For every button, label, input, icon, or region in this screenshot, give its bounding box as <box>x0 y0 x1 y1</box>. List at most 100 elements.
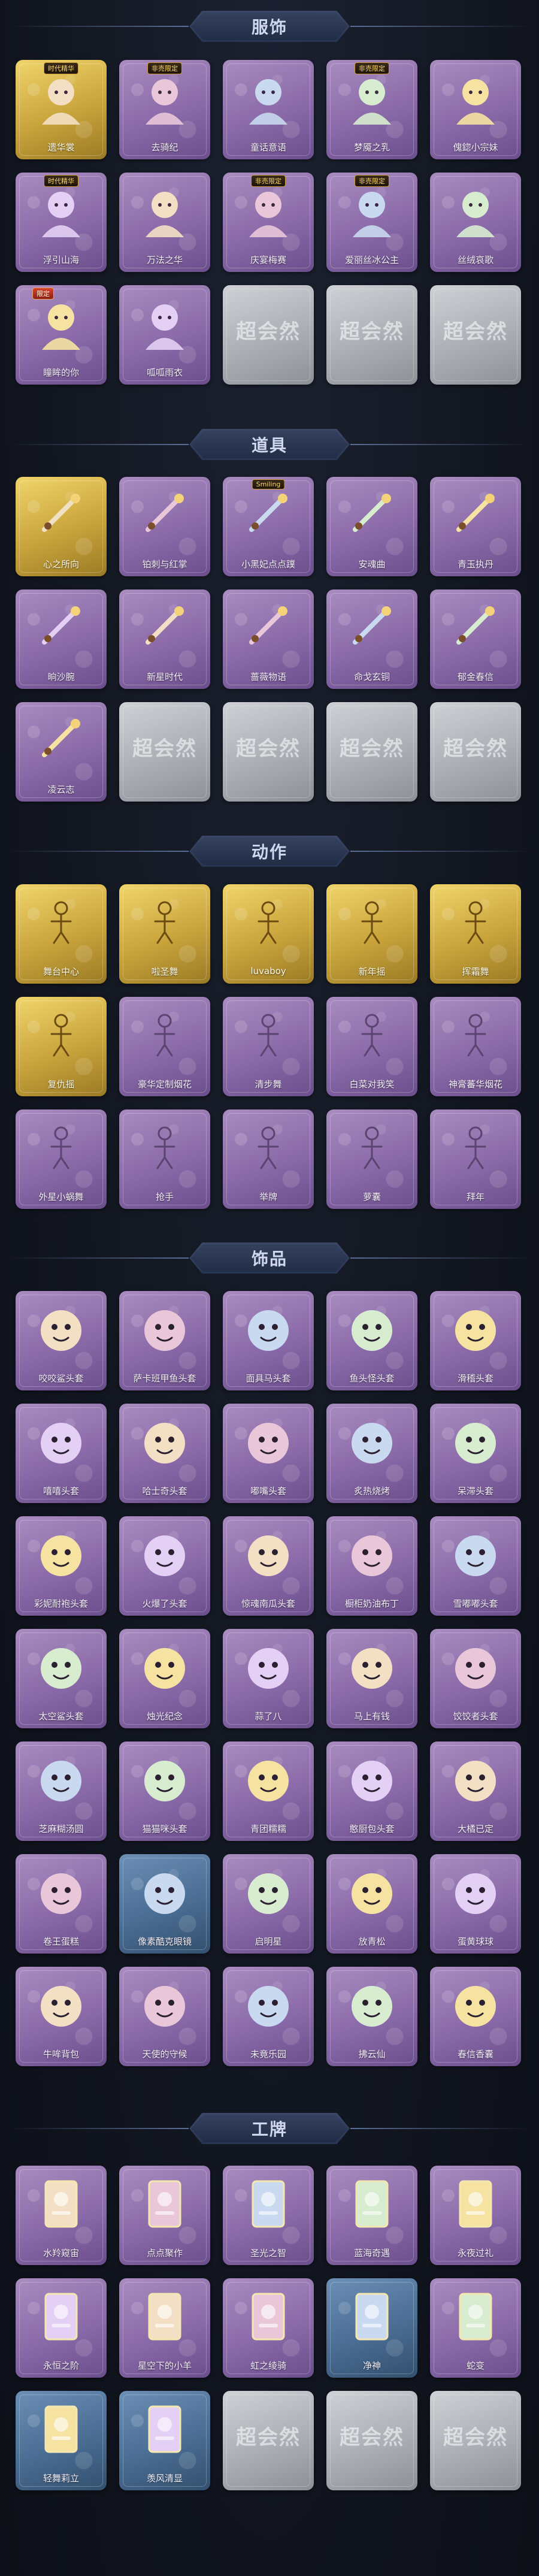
item-card[interactable]: 新年摇 <box>326 884 417 984</box>
item-card[interactable]: 天使的守候 <box>119 1967 210 2066</box>
item-card[interactable]: 铂刺与红掌 <box>119 477 210 576</box>
item-card[interactable]: 外星小蜗舞 <box>16 1109 107 1209</box>
item-card[interactable]: 非売限定 庆宴梅赛 <box>223 173 314 272</box>
head-accessory-icon <box>448 1640 503 1695</box>
item-card[interactable]: 拜年 <box>430 1109 521 1209</box>
item-name: 蓝海奇遇 <box>353 2247 390 2258</box>
item-card[interactable]: 呆滞头套 <box>430 1404 521 1503</box>
item-card[interactable]: 时代精华 遗华裳 <box>16 60 107 159</box>
item-card[interactable]: 水羚窥宙 <box>16 2166 107 2265</box>
pose-icon <box>137 1008 192 1063</box>
item-card[interactable]: 轻舞莉立 <box>16 2391 107 2490</box>
item-card[interactable]: 神膏蕃华烟花 <box>430 997 521 1096</box>
item-card[interactable]: 心之所向 <box>16 477 107 576</box>
item-card[interactable]: 傀鍃小宗妹 <box>430 60 521 159</box>
item-card[interactable]: 咬咬鲨头套 <box>16 1291 107 1390</box>
pose-icon <box>344 1008 399 1063</box>
item-card[interactable]: 非売限定 去骑纪 <box>119 60 210 159</box>
empty-slot-watermark: 超会然 <box>132 737 197 761</box>
item-card[interactable]: 蓝海奇遇 <box>326 2166 417 2265</box>
item-card[interactable]: 童话意语 <box>223 60 314 159</box>
item-card[interactable]: 舞台中心 <box>16 884 107 984</box>
item-card[interactable]: 青团糯糯 <box>223 1741 314 1841</box>
item-card[interactable]: 鱼头怪头套 <box>326 1291 417 1390</box>
item-card[interactable]: 永夜过礼 <box>430 2166 521 2265</box>
item-card[interactable]: 豪华定制烟花 <box>119 997 210 1096</box>
item-card[interactable]: Smiling 小黑妃点点蹼 <box>223 477 314 576</box>
item-card[interactable]: 蛋黄球球 <box>430 1854 521 1954</box>
item-card[interactable]: 抢手 <box>119 1109 210 1209</box>
item-card[interactable]: 憨厨包头套 <box>326 1741 417 1841</box>
item-card[interactable]: 蔷薇物语 <box>223 589 314 689</box>
item-card[interactable]: 点点聚作 <box>119 2166 210 2265</box>
item-card[interactable]: 放青松 <box>326 1854 417 1954</box>
item-card[interactable]: 马上有钱 <box>326 1629 417 1728</box>
head-accessory-icon <box>448 1865 503 1920</box>
item-card[interactable]: 橱柜奶油布丁 <box>326 1516 417 1616</box>
item-card[interactable]: 太空鲨头套 <box>16 1629 107 1728</box>
item-card[interactable]: 启明星 <box>223 1854 314 1954</box>
item-card[interactable]: 白菜对我笑 <box>326 997 417 1096</box>
item-card[interactable]: 火爆了头套 <box>119 1516 210 1616</box>
item-card[interactable]: 滑稽头套 <box>430 1291 521 1390</box>
item-card[interactable]: 郁金春信 <box>430 589 521 689</box>
badge-card-icon <box>344 2289 399 2344</box>
portrait-icon <box>137 296 192 351</box>
item-card[interactable]: 蒜了八 <box>223 1629 314 1728</box>
item-card[interactable]: 安魂曲 <box>326 477 417 576</box>
head-accessory-icon <box>448 1978 503 2033</box>
empty-slot-card: 超会然 <box>119 702 210 802</box>
item-card[interactable]: 时代精华 浮引山海 <box>16 173 107 272</box>
item-card[interactable]: 新星时代 <box>119 589 210 689</box>
item-card[interactable]: 嘻嘻头套 <box>16 1404 107 1503</box>
item-card[interactable]: 萨卡班甲鱼头套 <box>119 1291 210 1390</box>
item-name: 未竟乐园 <box>250 2048 286 2060</box>
item-card[interactable]: 惊魂南瓜头套 <box>223 1516 314 1616</box>
prop-icon <box>241 488 296 543</box>
item-card[interactable]: 万法之华 <box>119 173 210 272</box>
item-card[interactable]: 挥霜舞 <box>430 884 521 984</box>
item-card[interactable]: 非売限定 梦魇之乳 <box>326 60 417 159</box>
item-card[interactable]: 烛光纪念 <box>119 1629 210 1728</box>
item-card[interactable]: 春信香囊 <box>430 1967 521 2066</box>
head-accessory-icon <box>448 1414 503 1470</box>
item-card[interactable]: 晌沙腕 <box>16 589 107 689</box>
item-card[interactable]: 未竟乐园 <box>223 1967 314 2066</box>
item-card[interactable]: 芝麻糊汤圆 <box>16 1741 107 1841</box>
item-card[interactable]: 圣光之智 <box>223 2166 314 2265</box>
item-card[interactable]: 凌云志 <box>16 702 107 802</box>
item-card[interactable]: 面具马头套 <box>223 1291 314 1390</box>
item-card[interactable]: 丝绒哀歌 <box>430 173 521 272</box>
item-card[interactable]: 举牌 <box>223 1109 314 1209</box>
item-card[interactable]: 像素酷克眼镜 <box>119 1854 210 1954</box>
item-card[interactable]: 哈士奇头套 <box>119 1404 210 1503</box>
item-card[interactable]: 清步舞 <box>223 997 314 1096</box>
item-card[interactable]: 净神 <box>326 2278 417 2378</box>
item-card[interactable]: 青玉执丹 <box>430 477 521 576</box>
item-card[interactable]: 虹之绫骑 <box>223 2278 314 2378</box>
item-card[interactable]: 嘟嘴头套 <box>223 1404 314 1503</box>
item-card[interactable]: 蛇变 <box>430 2278 521 2378</box>
item-card[interactable]: 限定 瞳眸的你 <box>16 285 107 385</box>
portrait-icon <box>448 183 503 238</box>
item-card[interactable]: 命戈玄铜 <box>326 589 417 689</box>
item-card[interactable]: 羡风清显 <box>119 2391 210 2490</box>
item-card[interactable]: 大橘已定 <box>430 1741 521 1841</box>
empty-slot-watermark: 超会然 <box>340 320 404 344</box>
item-card[interactable]: 啦圣舞 <box>119 884 210 984</box>
item-card[interactable]: 星空下的小羊 <box>119 2278 210 2378</box>
item-card[interactable]: 饺饺者头套 <box>430 1629 521 1728</box>
item-card[interactable]: 萝囊 <box>326 1109 417 1209</box>
item-card[interactable]: 彩妮耐袍头套 <box>16 1516 107 1616</box>
item-card[interactable]: 卷王蛋糕 <box>16 1854 107 1954</box>
item-card[interactable]: 呱呱雨衣 <box>119 285 210 385</box>
item-card[interactable]: 拂云仙 <box>326 1967 417 2066</box>
item-card[interactable]: 猫猫咪头套 <box>119 1741 210 1841</box>
item-card[interactable]: 非売限定 爱丽丝冰公主 <box>326 173 417 272</box>
item-card[interactable]: 炙热烧烤 <box>326 1404 417 1503</box>
item-card[interactable]: luvaboy <box>223 884 314 984</box>
item-card[interactable]: 雪嘟嘟头套 <box>430 1516 521 1616</box>
item-card[interactable]: 牛哞背包 <box>16 1967 107 2066</box>
item-card[interactable]: 永恒之阶 <box>16 2278 107 2378</box>
item-card[interactable]: 复仇摇 <box>16 997 107 1096</box>
